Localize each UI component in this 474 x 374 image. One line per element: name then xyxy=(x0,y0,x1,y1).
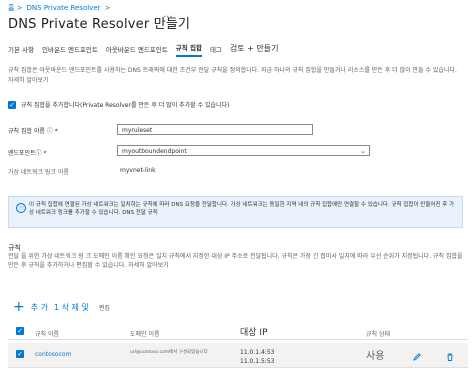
info-icon: ⓘ xyxy=(16,203,26,213)
add-ruleset-checkbox-row[interactable]: ✓ 규칙 집합을 추가합니다(Private Resolver를 만든 후 더 … xyxy=(8,100,229,109)
rule-status-cell: 사용 xyxy=(366,351,385,362)
add-rule-button[interactable]: 추 가 xyxy=(31,302,48,313)
add-icon[interactable]: + xyxy=(13,300,25,314)
column-header-rule-name[interactable]: 규칙 이름 xyxy=(35,329,59,338)
page-description: 규칙 집합은 아웃바운드 엔드포인트를 사용하는 DNS 트래픽에 대한 조건부… xyxy=(8,67,457,84)
chevron-down-icon: ⌄ xyxy=(360,147,366,155)
tab-basics[interactable]: 기본 사항 xyxy=(8,44,34,57)
breadcrumb: 홈 > DNS Private Resolver > xyxy=(8,3,110,13)
select-all-checkbox[interactable]: ✓ xyxy=(16,327,24,335)
rules-section-description: 전달 을 위한 가상 네트워크 링 크 도메인 이름 확인 요청은 일치 규칙에… xyxy=(8,253,463,269)
vnet-link-value: myvnet-link xyxy=(120,167,156,174)
breadcrumb-home-link[interactable]: 홈 > xyxy=(8,3,23,13)
destination-ip-cell-1: 11.0.1.4:53 xyxy=(240,349,275,356)
tab-review-create[interactable]: 검토 + 만들기 xyxy=(230,43,279,57)
endpoint-select[interactable]: myoutboundendpoint ⌄ xyxy=(117,145,370,156)
breadcrumb-separator: > xyxy=(104,4,111,12)
table-row[interactable]: ✓ contosocom url@contoso.com에서 구성되었습니다 1… xyxy=(8,343,468,368)
add-ruleset-checkbox[interactable]: ✓ xyxy=(8,100,16,109)
column-header-domain-name[interactable]: 도메인 이름 xyxy=(130,329,160,338)
tab-tags[interactable]: 태그 xyxy=(210,44,222,57)
ruleset-name-input[interactable]: myruleset xyxy=(117,124,313,135)
row-checkbox[interactable]: ✓ xyxy=(16,350,24,358)
domain-name-cell: url@contoso.com에서 구성되었습니다 xyxy=(130,350,208,355)
breadcrumb-resolver-link[interactable]: DNS Private Resolver xyxy=(27,4,101,12)
more-options-button[interactable]: ··· xyxy=(163,12,173,23)
ruleset-name-label: 규칙 집합 이름 ⓘ * xyxy=(8,128,58,135)
delete-rule-button[interactable]: 1 삭 제 및 xyxy=(54,302,89,313)
tab-inbound-endpoints[interactable]: 인바운드 엔드포인트 xyxy=(42,44,98,57)
add-ruleset-checkbox-label: 규칙 집합을 추가합니다(Private Resolver를 만든 후 더 많이… xyxy=(21,102,230,109)
rule-name-cell[interactable]: contosocom xyxy=(35,351,71,358)
info-banner-text: 이 규칙 집합에 연결된 가상 네트워크는 일치하는 규칙에 따라 DNS 요청… xyxy=(29,202,455,216)
column-header-destination-ip[interactable]: 대상 IP xyxy=(240,325,268,338)
endpoint-select-value: myoutboundendpoint xyxy=(122,148,187,155)
tab-outbound-endpoints[interactable]: 아웃바운드 엔드포인트 xyxy=(106,44,168,57)
tab-rulesets[interactable]: 규칙 집합 xyxy=(175,42,202,57)
edit-icon[interactable] xyxy=(412,347,422,366)
vnet-link-label: 가상 네트워크 링크 이름 xyxy=(8,169,69,176)
column-header-rule-status[interactable]: 규칙 상태 xyxy=(366,329,390,338)
rules-table-header: ✓ 규칙 이름 도메인 이름 대상 IP 규칙 상태 xyxy=(8,325,468,340)
wizard-tabs: 기본 사항 인바운드 엔드포인트 아웃바운드 엔드포인트 규칙 집합 태그 검토… xyxy=(8,43,287,57)
endpoint-label: 엔드포인트ⓘ * xyxy=(8,150,47,157)
edit-rule-button[interactable]: 편집 xyxy=(99,303,110,312)
info-banner: ⓘ 이 규칙 집합에 연결된 가상 네트워크는 일치하는 규칙에 따라 DNS … xyxy=(8,196,463,228)
delete-icon[interactable] xyxy=(445,347,455,366)
destination-ip-cell-2: 11.0.1.5:53 xyxy=(240,358,275,365)
rules-toolbar: + 추 가 1 삭 제 및 편집 xyxy=(13,300,110,314)
